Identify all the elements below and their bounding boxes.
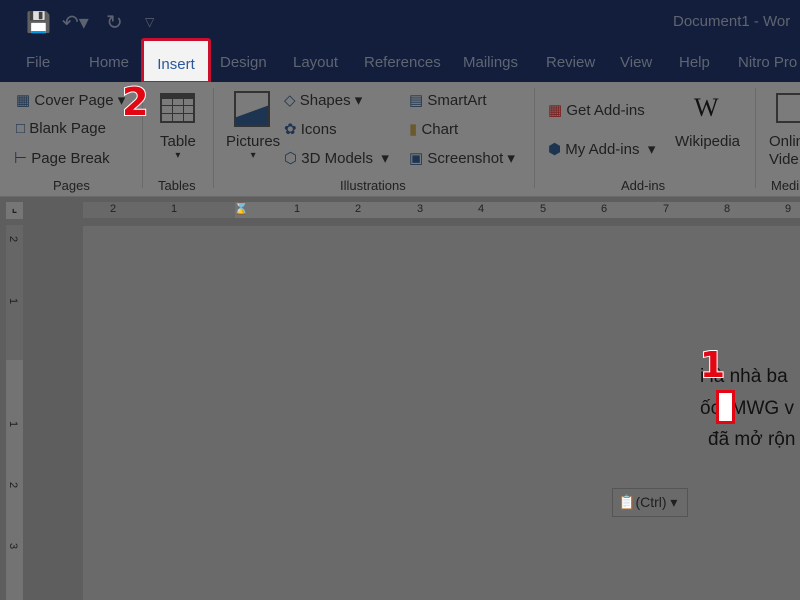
tab-file[interactable]: File xyxy=(26,54,50,71)
icons-button[interactable]: ✿ Icons xyxy=(284,120,337,138)
tab-view[interactable]: View xyxy=(620,54,652,71)
redo-icon[interactable]: ↻ xyxy=(106,10,123,35)
cover-page-button[interactable]: ▦ Cover Page ▾ xyxy=(16,91,125,109)
document-line: đã mở rộn xyxy=(708,429,796,450)
divider xyxy=(534,88,535,188)
wikipedia-button[interactable]: Wikipedia xyxy=(675,133,740,150)
tab-nitro-pro[interactable]: Nitro Pro xyxy=(738,54,797,71)
3d-models-button[interactable]: ⬡ 3D Models ▾ xyxy=(284,149,389,167)
tab-home[interactable]: Home xyxy=(89,54,129,71)
tab-help[interactable]: Help xyxy=(679,54,710,71)
group-label-pages: Pages xyxy=(53,178,90,193)
table-button[interactable]: Table ▾ xyxy=(160,133,196,161)
tab-review[interactable]: Review xyxy=(546,54,595,71)
vertical-ruler[interactable]: 2 1 1 2 3 xyxy=(6,225,23,600)
smartart-button[interactable]: ▤ SmartArt xyxy=(409,91,487,109)
my-add-ins-icon: ⬢ xyxy=(548,141,562,158)
horizontal-ruler[interactable]: 2 1 ⌛ 1 2 3 4 5 6 7 8 9 xyxy=(83,202,800,218)
step-2-badge: 2 xyxy=(121,79,149,125)
my-add-ins-button[interactable]: ⬢ My Add-ins ▾ xyxy=(548,140,655,158)
document-page[interactable] xyxy=(83,226,800,600)
divider xyxy=(213,88,214,188)
step-1-badge: 1 xyxy=(699,344,726,387)
store-icon: ▦ xyxy=(548,102,563,119)
chart-button[interactable]: ▮ Chart xyxy=(409,120,458,138)
pictures-button[interactable]: Pictures ▾ xyxy=(226,133,280,161)
customize-icon[interactable]: ▽ xyxy=(145,15,154,29)
tab-mailings[interactable]: Mailings xyxy=(463,54,518,71)
blank-page-button[interactable]: □ Blank Page xyxy=(16,120,106,137)
shapes-icon: ◇ xyxy=(284,92,296,109)
divider xyxy=(755,88,756,188)
page-break-button[interactable]: ⊢ Page Break xyxy=(14,149,110,167)
icons-icon: ✿ xyxy=(284,121,297,138)
group-label-media: Medi xyxy=(771,178,800,193)
wikipedia-icon: W xyxy=(694,93,719,122)
group-label-tables: Tables xyxy=(158,178,196,193)
tab-selector[interactable]: ⌞ xyxy=(6,202,23,219)
tab-layout[interactable]: Layout xyxy=(293,54,338,71)
online-video-button[interactable]: Onlin Vide xyxy=(769,133,800,169)
cube-icon: ⬡ xyxy=(284,150,298,167)
indent-marker[interactable]: ⌛ xyxy=(233,202,249,216)
get-add-ins-button[interactable]: ▦ Get Add-ins xyxy=(548,101,645,119)
group-label-add-ins: Add-ins xyxy=(621,178,666,193)
page-break-icon: ⊢ xyxy=(14,150,28,167)
undo-icon[interactable]: ↶▾ xyxy=(62,10,89,35)
screenshot-icon: ▣ xyxy=(409,150,424,167)
clipboard-icon: 📋 xyxy=(618,494,636,510)
tab-references[interactable]: References xyxy=(364,54,441,71)
online-video-icon xyxy=(776,93,800,123)
paste-options-button[interactable]: 📋(Ctrl) ▾ xyxy=(612,488,688,517)
save-icon[interactable]: 💾 xyxy=(26,10,51,35)
group-label-illustrations: Illustrations xyxy=(340,178,406,193)
document-line: ốc. MWG v xyxy=(700,398,794,419)
title-bar: 💾 ↶▾ ↻ ▽ Document1 - Wor File Home Desig… xyxy=(0,0,800,82)
pictures-icon xyxy=(234,91,270,127)
smartart-icon: ▤ xyxy=(409,92,424,109)
cover-page-icon: ▦ xyxy=(16,92,31,109)
tab-insert[interactable]: Insert xyxy=(141,38,211,84)
blank-page-icon: □ xyxy=(16,120,26,137)
shapes-button[interactable]: ◇ Shapes ▾ xyxy=(284,91,362,109)
screenshot-button[interactable]: ▣ Screenshot ▾ xyxy=(409,149,515,167)
chart-icon: ▮ xyxy=(409,121,418,138)
table-icon xyxy=(160,93,195,123)
cursor-highlight xyxy=(716,390,735,424)
tab-design[interactable]: Design xyxy=(220,54,267,71)
window-title: Document1 - Wor xyxy=(673,13,791,30)
